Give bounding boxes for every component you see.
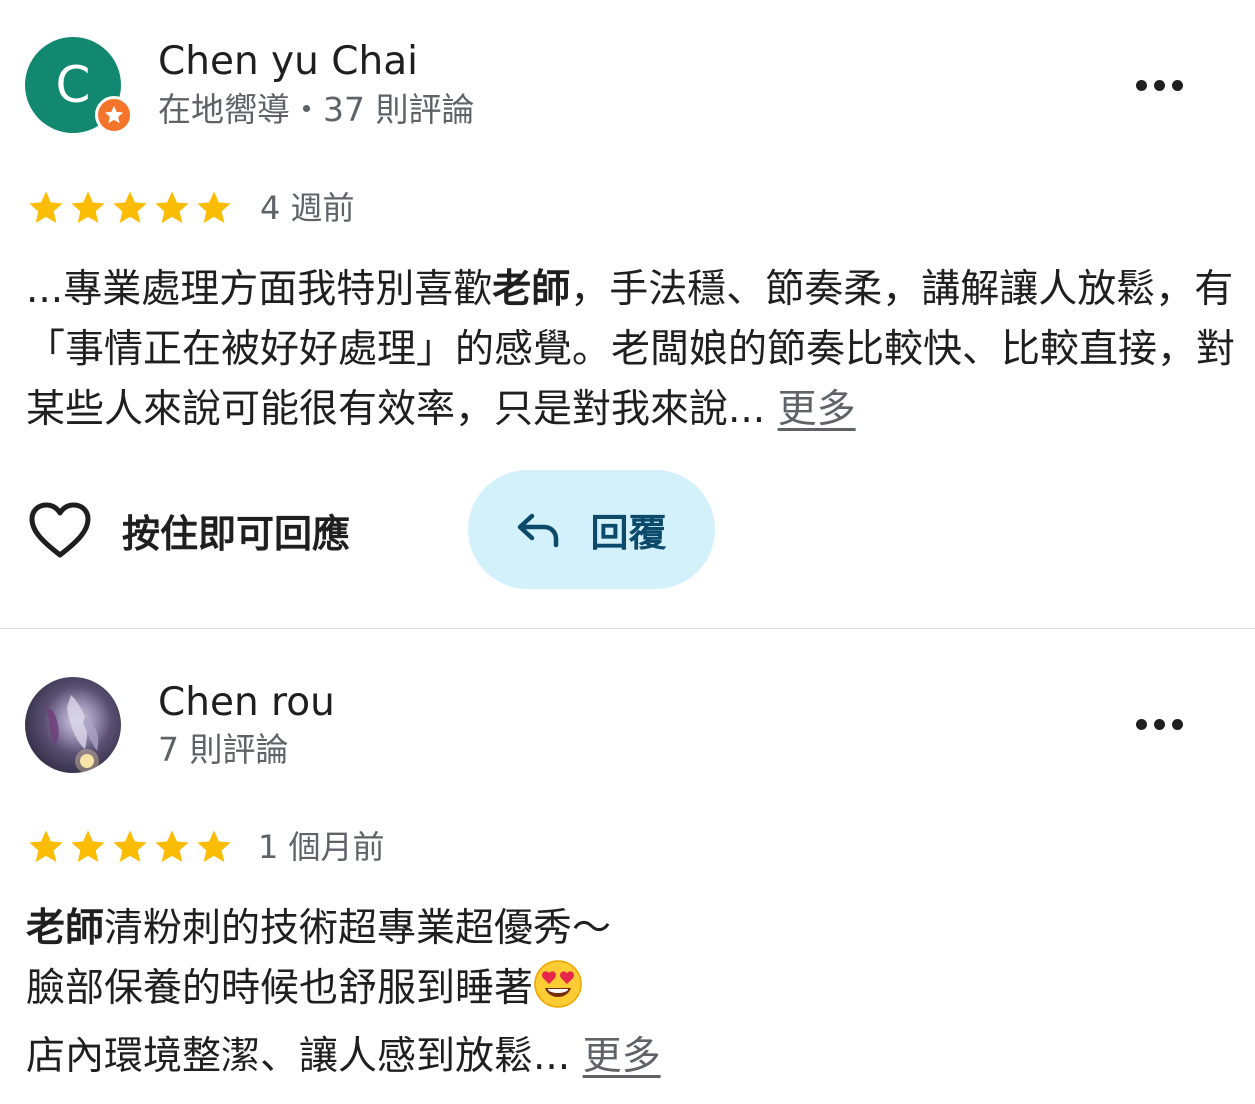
reviewer-meta: 7 則評論	[158, 730, 289, 769]
review-line-2-text: 臉部保養的時候也舒服到睡著	[26, 966, 534, 1011]
review-card: Chen rou 7 則評論 1 個月前 老師清粉刺的技術超專業超優秀～ 臉部保…	[0, 629, 1255, 1104]
review-date: 4 週前	[260, 189, 355, 227]
star-icon	[155, 830, 189, 862]
review-line-1: 老師清粉刺的技術超專業超優秀～	[26, 899, 1236, 959]
review-text-highlight: 老師	[492, 267, 571, 312]
read-more-link[interactable]: 更多	[583, 1034, 661, 1079]
like-label: 按住即可回應	[122, 511, 351, 556]
reviewer-avatar[interactable]	[25, 677, 121, 773]
review-line-3-text: 店內環境整潔、讓人感到放鬆...	[26, 1034, 571, 1079]
reviewer-name[interactable]: Chen rou	[158, 681, 335, 725]
star-icon	[29, 191, 63, 223]
heart-eyes-emoji	[533, 959, 583, 1027]
more-options-icon[interactable]	[1126, 65, 1192, 105]
review-line-3: 店內環境整潔、讓人感到放鬆... 更多	[26, 1027, 1236, 1087]
star-icon	[29, 830, 63, 862]
read-more-link[interactable]: 更多	[778, 387, 856, 432]
avatar-image	[45, 695, 99, 773]
reply-label: 回覆	[590, 511, 667, 555]
review-date: 1 個月前	[258, 828, 385, 866]
star-icon	[197, 830, 231, 862]
review-text[interactable]: 老師清粉刺的技術超專業超優秀～ 臉部保養的時候也舒服到睡著 店內環境整潔、讓人感…	[26, 899, 1236, 1087]
local-guide-star-icon	[95, 96, 133, 134]
star-rating	[26, 188, 234, 228]
reviewer-name[interactable]: Chen yu Chai	[158, 40, 418, 84]
review-text-rest: 清粉刺的技術超專業超優秀～	[104, 906, 612, 951]
review-text[interactable]: ...專業處理方面我特別喜歡老師，手法穩、節奏柔，講解讓人放鬆，有「事情正在被好…	[26, 260, 1236, 440]
heart-outline-icon	[29, 502, 91, 558]
reply-button[interactable]: 回覆	[468, 470, 715, 589]
more-options-icon[interactable]	[1126, 704, 1192, 744]
star-icon	[113, 191, 147, 223]
review-text-prefix: ...專業處理方面我特別喜歡	[26, 267, 493, 312]
review-line-2: 臉部保養的時候也舒服到睡著	[26, 959, 1236, 1027]
star-icon	[71, 191, 105, 223]
reply-arrow-icon	[518, 513, 559, 547]
star-rating	[26, 827, 234, 867]
star-icon	[197, 191, 231, 223]
review-text-highlight: 老師	[26, 906, 105, 951]
reviewer-meta: 在地嚮導・37 則評論	[158, 90, 475, 129]
review-card: C Chen yu Chai 在地嚮導・37 則評論 4 週前 ...專業處理方…	[0, 0, 1255, 628]
star-icon	[155, 191, 189, 223]
star-icon	[113, 830, 147, 862]
like-button[interactable]: 按住即可回應	[28, 495, 350, 565]
star-icon	[71, 830, 105, 862]
